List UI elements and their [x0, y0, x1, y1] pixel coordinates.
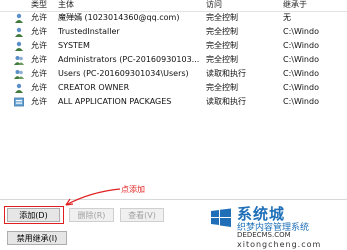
entry-type: 允许 — [31, 41, 47, 50]
add-button[interactable]: 添加(D) — [7, 208, 60, 222]
permission-entry-row[interactable]: 允许 魔殚嫣 (1023014360@qq.com) 完全控制 无 — [0, 11, 347, 25]
remove-button[interactable]: 删除(R) — [69, 208, 114, 222]
entry-inherit: C:\Windo — [283, 69, 319, 78]
entry-inherit: 无 — [283, 13, 291, 22]
user-icon — [15, 13, 23, 23]
entry-access: 完全控制 — [206, 13, 238, 22]
column-header-principal[interactable]: 主体 — [58, 0, 74, 10]
column-header-access[interactable]: 访问 — [206, 0, 222, 10]
permission-entry-row[interactable]: 允许 SYSTEM 完全控制 C:\Windo — [0, 39, 347, 53]
entry-principal: TrustedInstaller — [58, 27, 120, 36]
entry-principal: SYSTEM — [58, 41, 90, 50]
entry-access: 完全控制 — [206, 27, 238, 36]
entry-access: 完全控制 — [206, 83, 238, 92]
user-icon — [15, 41, 23, 51]
entry-type: 允许 — [31, 97, 47, 106]
entry-principal: Administrators (PC-20160930103... — [58, 55, 200, 64]
column-header-inherit[interactable]: 继承于 — [283, 0, 307, 10]
entry-inherit: C:\Windo — [283, 97, 319, 106]
permission-entry-row[interactable]: 允许 Users (PC-201609301034\Users) 读取和执行 C… — [0, 67, 347, 81]
user-group-icon — [14, 56, 24, 65]
entry-principal: ALL APPLICATION PACKAGES — [58, 97, 172, 106]
disable-inheritance-button[interactable]: 禁用继承(I) — [7, 231, 67, 245]
app-packages-icon — [14, 97, 24, 107]
entry-principal: CREATOR OWNER — [58, 83, 130, 92]
entry-access: 完全控制 — [206, 55, 238, 64]
permissions-panel: 类型 主体 访问 继承于 允许 魔殚嫣 (1023014360@qq.com) … — [0, 0, 347, 250]
site-watermark: 系统城 织梦内容管理系统 DEDECMS.COM xitongcheng.com — [205, 200, 347, 250]
entry-type: 允许 — [31, 27, 47, 36]
user-icon — [15, 27, 23, 37]
view-button[interactable]: 查看(V) — [120, 208, 164, 222]
permission-entry-row[interactable]: 允许 CREATOR OWNER 完全控制 C:\Windo — [0, 81, 347, 95]
watermark-line3: xitongcheng.com — [237, 240, 322, 249]
entry-type: 允许 — [31, 69, 47, 78]
entry-access: 完全控制 — [206, 41, 238, 50]
permission-entry-row[interactable]: 允许 ALL APPLICATION PACKAGES 读取和执行 C:\Win… — [0, 95, 347, 109]
entry-inherit: C:\Windo — [283, 83, 319, 92]
annotation-hint: 点添加 — [121, 185, 145, 194]
entry-type: 允许 — [31, 83, 47, 92]
user-group-icon — [14, 70, 24, 79]
user-icon — [15, 83, 23, 93]
entry-type: 允许 — [31, 13, 47, 22]
permission-entry-row[interactable]: 允许 Administrators (PC-20160930103... 完全控… — [0, 53, 347, 67]
column-header-type[interactable]: 类型 — [31, 0, 47, 10]
entry-access: 读取和执行 — [206, 69, 246, 78]
entry-principal: Users (PC-201609301034\Users) — [58, 69, 189, 78]
permission-entry-row[interactable]: 允许 TrustedInstaller 完全控制 C:\Windo — [0, 25, 347, 39]
entry-inherit: C:\Windo — [283, 27, 319, 36]
entry-inherit: C:\Windo — [283, 41, 319, 50]
entry-type: 允许 — [31, 55, 47, 64]
entry-inherit: C:\Windo — [283, 55, 319, 64]
watermark-line2: DEDECMS.COM — [237, 231, 291, 239]
entry-access: 读取和执行 — [206, 97, 246, 106]
entry-principal: 魔殚嫣 (1023014360@qq.com) — [58, 13, 180, 22]
annotation-arrow — [65, 188, 121, 206]
windows-logo-icon — [211, 208, 231, 227]
